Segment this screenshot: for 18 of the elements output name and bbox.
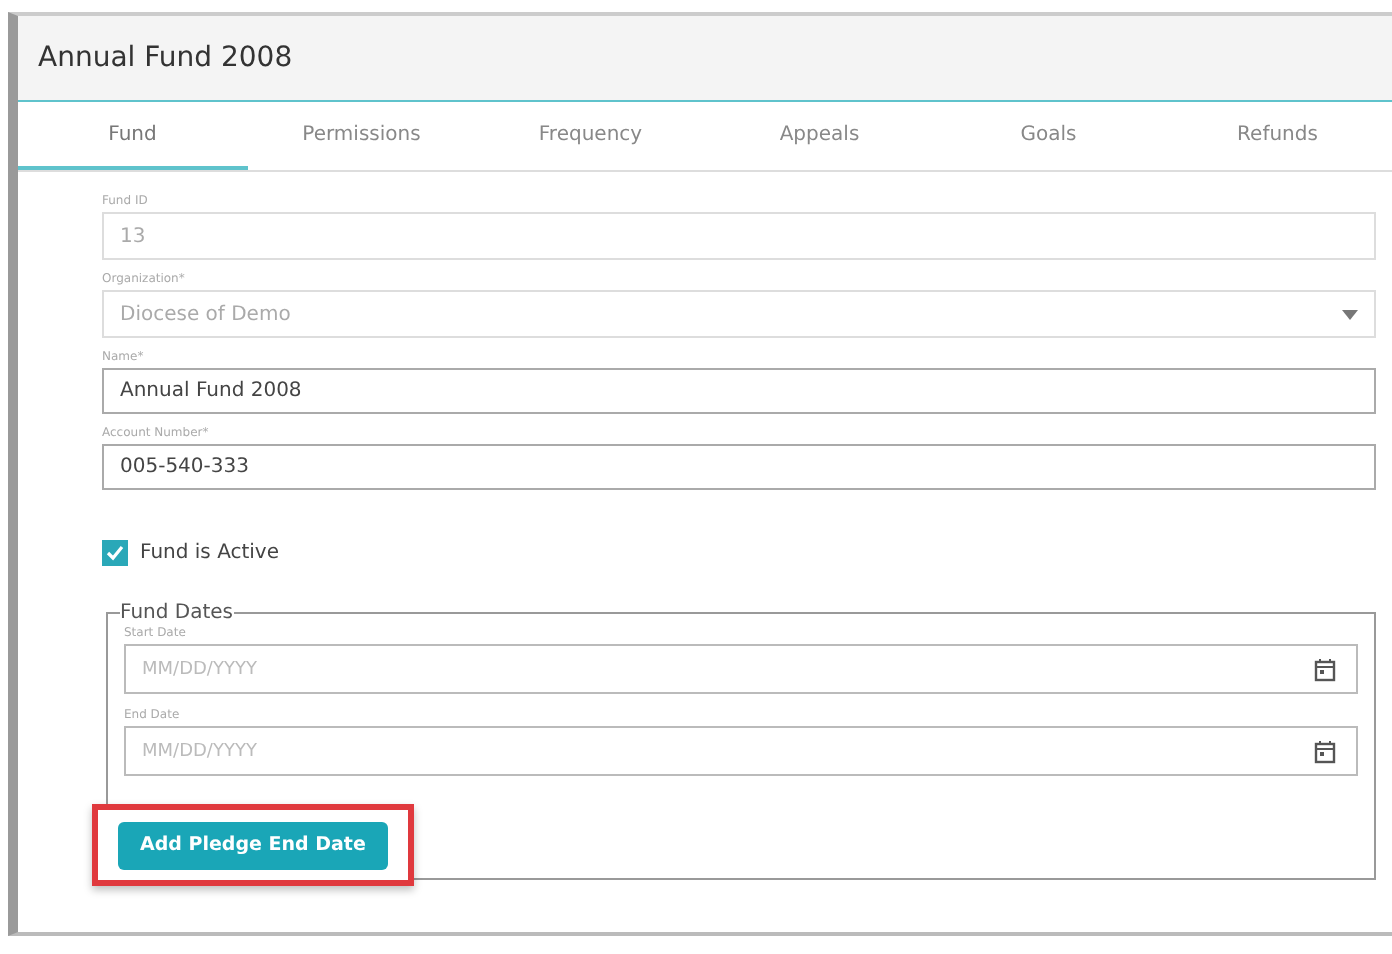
- tab[interactable]: Appeals: [705, 102, 934, 170]
- input-field[interactable]: Annual Fund 2008: [102, 368, 1376, 414]
- group-legend: Fund Dates: [120, 602, 234, 624]
- tab[interactable]: Fund: [18, 102, 247, 170]
- caret-icon: [1342, 309, 1358, 319]
- window-title: Annual Fund 2008: [38, 42, 293, 74]
- checkbox-label: Fund is Active: [140, 542, 280, 564]
- add-pledge-end-date-button[interactable]: Add Pledge End Date: [118, 821, 388, 869]
- date-field[interactable]: MM/DD/YYYY: [124, 726, 1358, 776]
- checkbox[interactable]: [102, 540, 128, 566]
- tab[interactable]: Goals: [934, 102, 1163, 170]
- tab[interactable]: Permissions: [247, 102, 476, 170]
- tab[interactable]: Frequency: [476, 102, 705, 170]
- calendar-icon[interactable]: [1314, 657, 1336, 681]
- date-field[interactable]: MM/DD/YYYY: [124, 644, 1358, 694]
- calendar-icon[interactable]: [1314, 739, 1336, 763]
- tab[interactable]: Refunds: [1163, 102, 1392, 170]
- input-field[interactable]: 005-540-333: [102, 444, 1376, 490]
